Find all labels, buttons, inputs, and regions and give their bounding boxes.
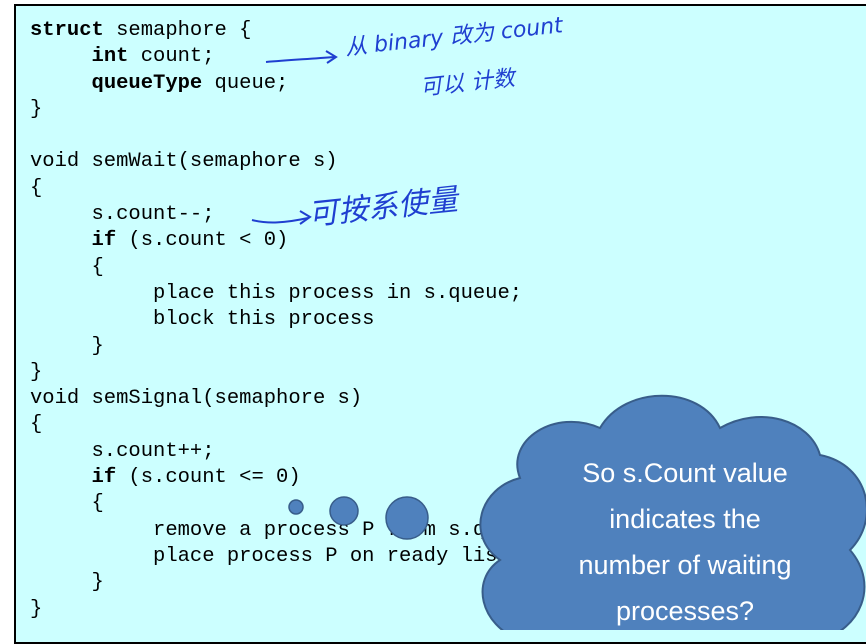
code-text: } [30,571,104,595]
code-text: } [30,360,43,384]
callout-line: So s.Count value [582,458,788,488]
code-line: { [30,176,547,202]
code-line: if (s.count < 0) [30,228,547,254]
code-line: } [30,597,547,623]
code-text: void semWait(semaphore s) [30,150,338,174]
code-text: place this process in s.queue; [30,281,523,305]
count-arrow-icon [265,50,338,64]
code-text: } [30,97,43,121]
code-text: s.count--; [30,203,215,227]
code-line: void semSignal(semaphore s) [30,386,547,412]
code-text: queue; [202,71,289,95]
code-text: { [30,413,43,437]
code-line: } [30,334,547,360]
code-text: void semSignal(semaphore s) [30,387,363,411]
code-line: { [30,255,547,281]
code-text: block this process [30,308,375,332]
code-text: (s.count <= 0) [116,466,301,490]
code-text: s.count++; [30,439,215,463]
code-line: { [30,491,547,517]
code-line: place this process in s.queue; [30,281,547,307]
code-text: remove a process P from s.queue; [30,518,547,542]
code-text: (s.count < 0) [116,229,289,253]
code-line: } [30,97,547,123]
code-text: { [30,176,43,200]
code-line: } [30,570,547,596]
callout-line: indicates the [609,504,761,534]
code-text: { [30,492,104,516]
code-line: place process P on ready list; [30,544,547,570]
callout-text: So s.Count value indicates the number of… [510,450,860,634]
code-keyword: int [91,45,129,69]
callout-line: number of waiting [578,550,792,580]
semaphore-code-block: struct semaphore { int count; queueType … [30,18,547,623]
code-keyword: queueType [91,71,203,95]
code-keyword: struct [30,19,104,42]
code-line: } [30,360,547,386]
code-text: place process P on ready list; [30,544,523,568]
code-text: semaphore { [103,19,252,42]
code-text: } [30,334,104,358]
code-text: count; [128,45,215,69]
code-line: if (s.count <= 0) [30,465,547,491]
code-keyword: if [91,466,117,490]
code-keyword: if [91,229,117,253]
code-line: void semWait(semaphore s) [30,149,547,175]
code-text: } [30,597,43,621]
callout-line: processes? [615,596,755,626]
code-line: { [30,412,547,438]
code-line: block this process [30,307,547,333]
code-line: remove a process P from s.queue; [30,518,547,544]
code-text: { [30,255,104,279]
code-line: s.count++; [30,439,547,465]
